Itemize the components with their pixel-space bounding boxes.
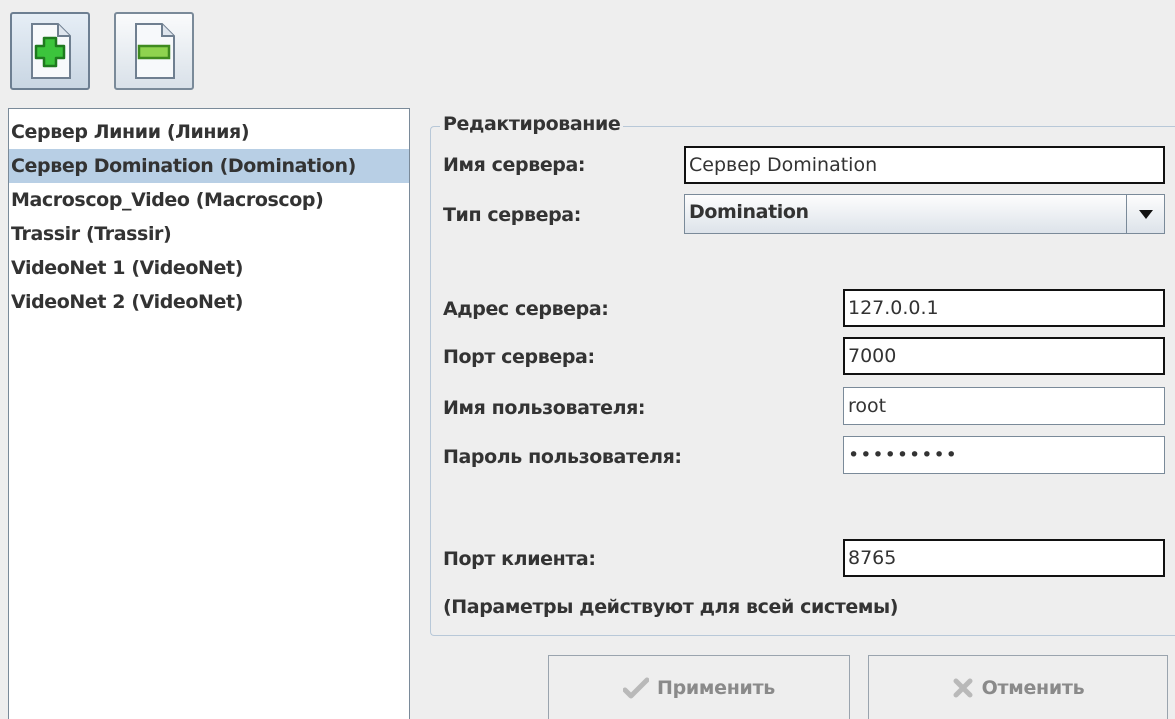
server-address-input[interactable]: 127.0.0.1 — [843, 289, 1165, 327]
edit-panel-title: Редактирование — [440, 113, 624, 135]
close-icon — [953, 678, 973, 697]
server-list-item-selected[interactable]: Сервер Domination (Domination) — [9, 149, 409, 183]
server-port-label: Порт сервера: — [443, 346, 595, 368]
server-list[interactable]: Сервер Линии (Линия) Сервер Domination (… — [8, 108, 410, 719]
apply-button-label: Применить — [657, 676, 775, 699]
server-list-item[interactable]: VideoNet 1 (VideoNet) — [9, 251, 409, 285]
cancel-button-label: Отменить — [981, 676, 1085, 699]
client-port-input[interactable]: 8765 — [843, 539, 1165, 577]
chevron-down-icon[interactable] — [1126, 195, 1164, 233]
user-name-input[interactable]: root — [843, 387, 1165, 425]
remove-server-button[interactable] — [114, 12, 194, 90]
cancel-button[interactable]: Отменить — [868, 655, 1168, 719]
pencil-check-icon — [623, 677, 649, 698]
server-name-input[interactable]: Сервер Domination — [684, 146, 1165, 184]
user-name-label: Имя пользователя: — [443, 397, 646, 419]
server-type-select[interactable]: Domination — [684, 194, 1165, 234]
user-password-label: Пароль пользователя: — [443, 446, 682, 468]
user-password-input[interactable]: ••••••••• — [843, 436, 1165, 474]
client-port-label: Порт клиента: — [443, 548, 596, 570]
server-name-label: Имя сервера: — [443, 154, 586, 176]
server-address-label: Адрес сервера: — [443, 298, 609, 320]
server-list-item[interactable]: Trassir (Trassir) — [9, 217, 409, 251]
server-type-value: Domination — [689, 201, 809, 223]
server-type-label: Тип сервера: — [443, 204, 581, 226]
server-list-item[interactable]: VideoNet 2 (VideoNet) — [9, 285, 409, 319]
server-list-item[interactable]: Macroscop_Video (Macroscop) — [9, 183, 409, 217]
add-server-button[interactable] — [10, 12, 90, 90]
apply-button[interactable]: Применить — [548, 655, 850, 719]
server-port-input[interactable]: 7000 — [843, 337, 1165, 375]
remove-document-icon — [135, 23, 175, 79]
add-document-icon — [31, 23, 71, 79]
system-note: (Параметры действуют для всей системы) — [443, 596, 899, 618]
server-list-item[interactable]: Сервер Линии (Линия) — [9, 115, 409, 149]
